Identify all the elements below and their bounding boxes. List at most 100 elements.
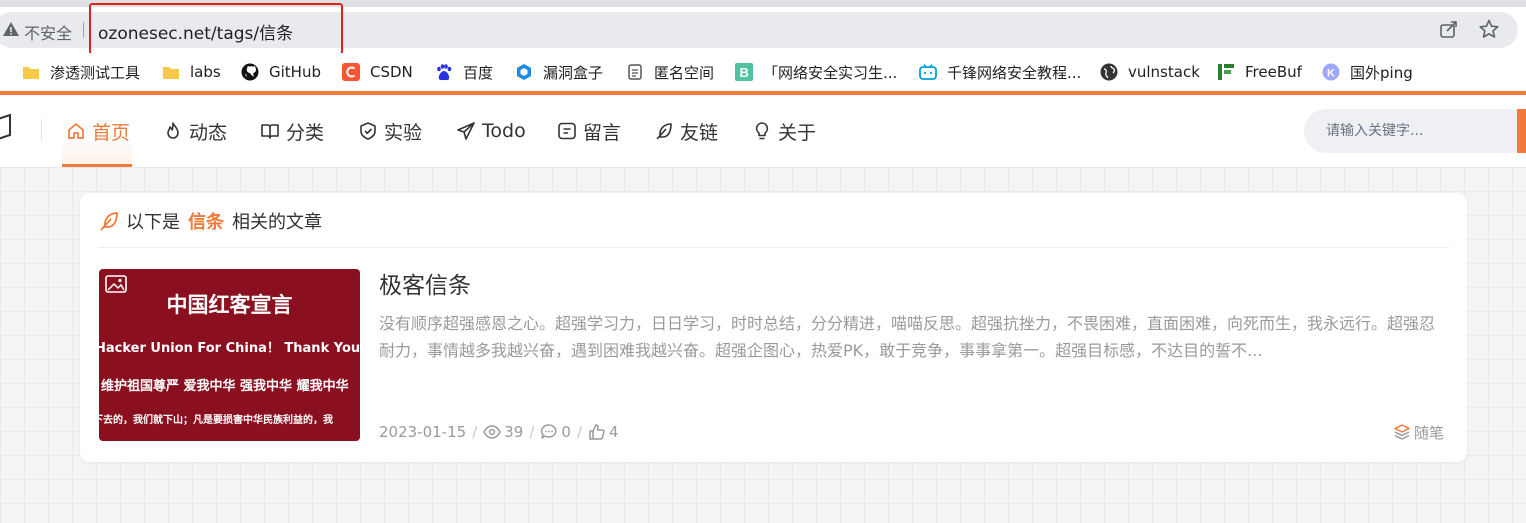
nav-item-links[interactable]: 友链 [654,115,718,147]
bookmark-label: 千锋网络安全教程... [947,63,1082,82]
comment-icon [541,424,558,439]
bookmark-item[interactable]: vulnstack [1100,61,1200,83]
search-box [1304,109,1526,153]
post-title[interactable]: 极客信条 [379,266,471,300]
message-icon [558,122,576,140]
nav-label: 友链 [680,121,719,144]
share-icon[interactable] [1438,18,1460,40]
svg-text:B: B [740,65,749,80]
bulb-icon [755,122,769,140]
svg-text:K: K [1327,68,1335,80]
nav-label: 实验 [384,121,423,144]
bookmarks-bar: 渗透测试工具 labs GitHub CSDN 百度 漏洞盒子 匿名空间 B 「… [0,53,1526,91]
bookmark-item[interactable]: K 国外ping [1322,61,1413,83]
nav-label: 分类 [286,121,325,144]
github-icon [241,63,259,81]
thumbnail-title: 中国红客宣言 [166,293,293,317]
bookmark-label: 「网络安全实习生... [763,63,898,82]
post-date: 2023-01-15 [379,423,467,441]
bookmark-item[interactable]: 漏洞盒子 [515,61,603,83]
search-input[interactable] [1304,109,1516,153]
site-logo[interactable] [0,113,14,143]
nav-label: 动态 [189,121,228,144]
freebuf-icon [1218,64,1234,80]
nav-item-category[interactable]: 分类 [260,115,324,147]
site-navbar: 首页 动态 分类 实验 Todo 留言 友链 关于 [0,95,1526,167]
nav-item-feed[interactable]: 动态 [163,115,227,147]
k-icon: K [1322,63,1340,81]
bookmark-item[interactable]: 匿名空间 [626,61,714,83]
send-icon [457,122,475,140]
home-icon [68,123,84,139]
shield-icon [360,122,376,140]
folder-icon [163,67,179,79]
csdn-icon [342,63,360,81]
heading-prefix: 以下是 [126,212,180,233]
bookmark-item[interactable]: 渗透测试工具 [22,61,140,83]
meta-separator: / [576,423,583,441]
b-icon: B [735,63,753,81]
bookmark-item[interactable]: B 「网络安全实习生... [735,61,897,83]
feather-icon [656,123,672,140]
tag-results-card: 以下是 信条 相关的文章 中国红客宣言 Hacker Union For Chi… [80,193,1467,462]
url-highlight-box [89,3,343,55]
security-label[interactable]: 不安全 [24,20,72,44]
card-heading: 以下是 信条 相关的文章 [98,207,322,235]
doc-icon [628,64,642,80]
globe-icon [1100,63,1118,81]
bookmark-label: vulnstack [1128,63,1200,81]
bookmark-label: 匿名空间 [654,63,715,82]
nav-item-lab[interactable]: 实验 [358,115,422,147]
nav-item-home[interactable]: 首页 [66,115,130,147]
bookmark-item[interactable]: GitHub [241,61,321,83]
bookmark-label: 渗透测试工具 [50,63,141,82]
hexagon-icon [517,64,531,80]
heading-suffix: 相关的文章 [232,212,322,233]
bilibili-icon [919,64,937,80]
nav-item-guestbook[interactable]: 留言 [557,115,621,147]
bookmark-label: labs [190,63,221,81]
feather-icon [100,212,118,231]
layers-icon [1394,424,1410,440]
flame-icon [167,122,179,139]
thumbnail-line: Hacker Union For China！ Thank You For [99,341,360,356]
view-count: 39 [504,423,524,441]
book-icon [261,124,279,139]
post-category[interactable]: 随笔 [1393,421,1444,443]
post-excerpt: 没有顺序超强感恩之心。超强学习力，日日学习，时时总结，分分精进，喵喵反思。超强抗… [379,314,1436,360]
thumbnail-line: 下去的，我们就下山；凡是要损害中华民族利益的，我 [99,415,333,426]
bookmark-label: CSDN [370,63,413,81]
bookmark-item[interactable]: 百度 [435,61,493,83]
like-count: 4 [609,423,619,441]
bookmark-item[interactable]: labs [162,61,221,83]
bookmark-label: 百度 [463,63,494,82]
folder-icon [23,67,39,79]
bookmark-label: FreeBuf [1245,63,1302,81]
browser-toolbar: 不安全 ozonesec.net/tags/信条 [0,3,1526,55]
nav-label: 关于 [778,121,817,144]
search-button[interactable] [1517,109,1526,153]
nav-label: 首页 [92,121,131,144]
nav-item-about[interactable]: 关于 [752,115,816,147]
category-label: 随笔 [1414,423,1445,442]
bookmark-label: 国外ping [1350,63,1413,82]
star-icon[interactable] [1478,18,1500,40]
eye-icon [483,425,502,439]
meta-separator: / [529,423,535,441]
nav-item-todo[interactable]: Todo [456,115,526,147]
baidu-icon [437,64,452,81]
bookmark-label: GitHub [269,63,321,81]
url-separator [83,22,84,38]
bookmark-label: 漏洞盒子 [543,63,604,82]
warning-icon[interactable] [2,20,20,38]
bookmark-item[interactable]: 千锋网络安全教程... [919,61,1081,83]
card-divider [98,247,1449,248]
meta-separator: / [472,423,478,441]
comment-count: 0 [561,423,571,441]
bookmark-item[interactable]: FreeBuf [1217,61,1302,83]
bookmark-item[interactable]: CSDN [342,61,413,83]
nav-label: 留言 [583,121,622,144]
post-meta: 2023-01-15 / 39 / 0 / 4 [379,421,619,443]
tag-name: 信条 [188,212,224,233]
post-thumbnail[interactable]: 中国红客宣言 Hacker Union For China！ Thank You… [99,269,360,441]
